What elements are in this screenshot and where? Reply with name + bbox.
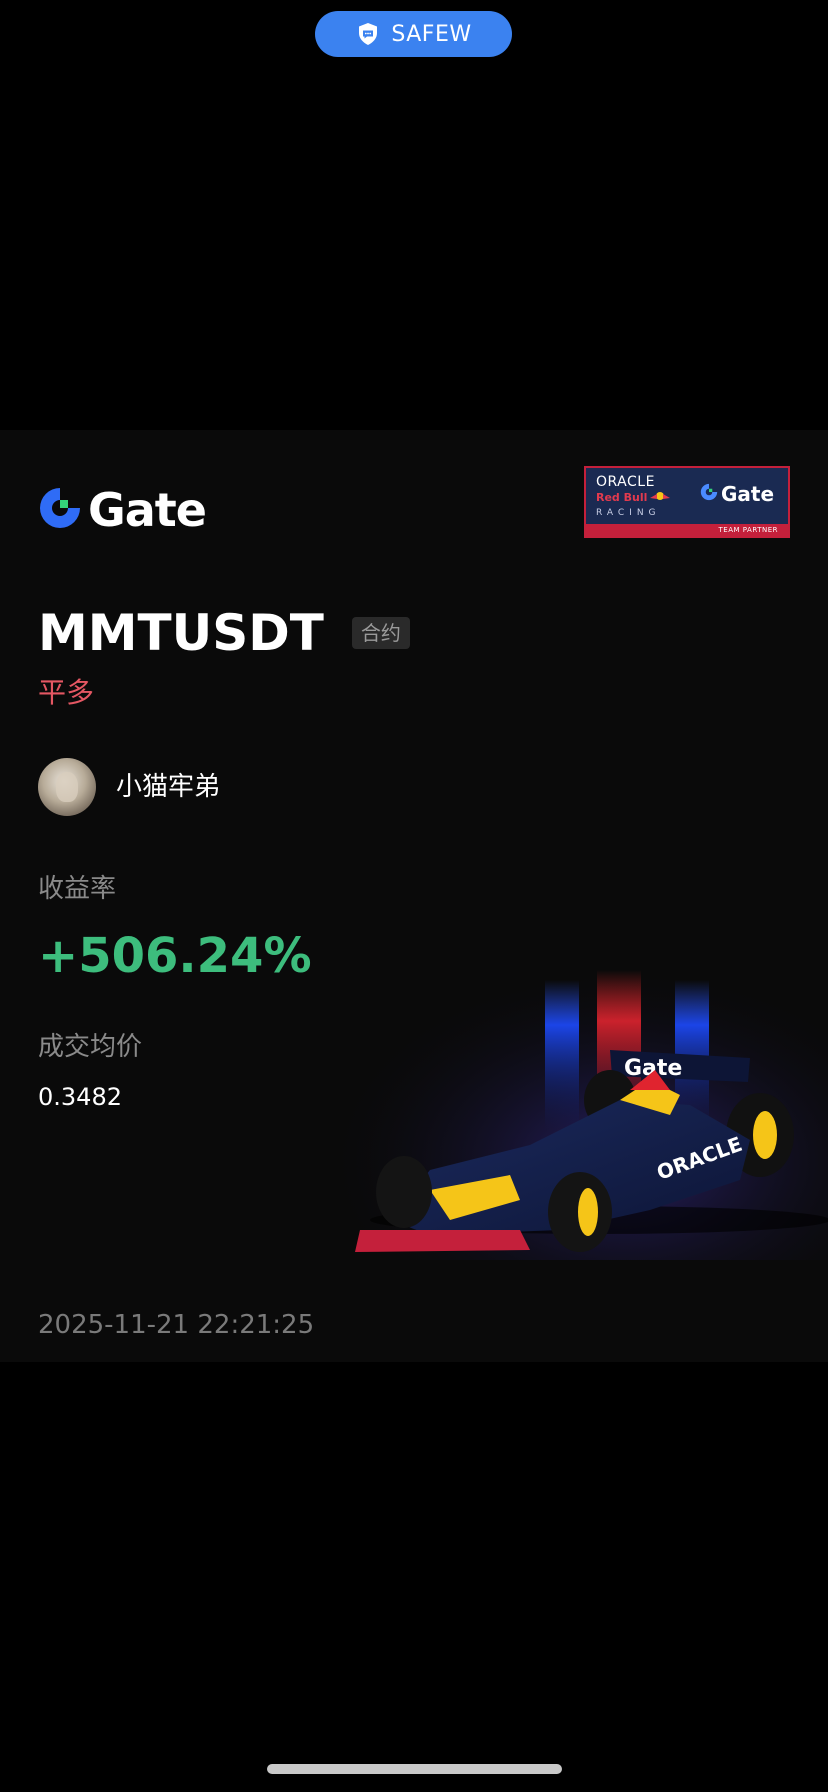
redbull-text: Red Bull xyxy=(596,490,682,506)
team-partner-text: TEAM PARTNER xyxy=(718,526,778,534)
bull-icon xyxy=(649,490,671,506)
badge-gate-logo: Gate xyxy=(700,483,774,505)
safew-pill[interactable]: SAFEW xyxy=(315,11,512,57)
redbull-label: Red Bull xyxy=(596,491,648,504)
contract-tag: 合约 xyxy=(351,617,410,649)
avatar xyxy=(38,758,96,816)
yield-label: 收益率 xyxy=(38,874,117,904)
badge-gate-wordmark: Gate xyxy=(721,482,775,506)
team-partner-badge: ORACLE Red Bull RACING Gate TEAM PARTNER xyxy=(584,466,790,538)
f1-car-illustration: Gate ORACLE xyxy=(320,930,828,1260)
symbol-row: MMTUSDT 合约 xyxy=(38,608,410,658)
oracle-text: ORACLE xyxy=(596,474,655,490)
pnl-share-card: Gate ORACLE Red Bull RACING Gate TEAM PA… xyxy=(0,430,828,1362)
user-name: 小猫牢弟 xyxy=(116,772,221,802)
home-indicator[interactable] xyxy=(267,1764,562,1774)
user-info: 小猫牢弟 xyxy=(38,758,220,816)
safew-label: SAFEW xyxy=(391,21,472,47)
position-side: 平多 xyxy=(38,676,95,709)
badge-gate-icon xyxy=(700,483,718,505)
trading-pair: MMTUSDT xyxy=(38,604,324,662)
chat-shield-icon xyxy=(355,21,381,47)
oracle-redbull-logo: ORACLE Red Bull RACING xyxy=(596,474,682,520)
racing-text: RACING xyxy=(596,508,661,518)
team-partner-strip: TEAM PARTNER xyxy=(586,524,788,536)
avg-price-label: 成交均价 xyxy=(38,1032,143,1062)
gate-wordmark: Gate xyxy=(88,483,207,537)
avg-price-value: 0.3482 xyxy=(38,1083,122,1111)
timestamp: 2025-11-21 22:21:25 xyxy=(38,1310,315,1340)
yield-value: +506.24% xyxy=(38,928,312,984)
gate-brand: Gate xyxy=(38,483,207,537)
gate-logo-icon xyxy=(38,486,82,534)
